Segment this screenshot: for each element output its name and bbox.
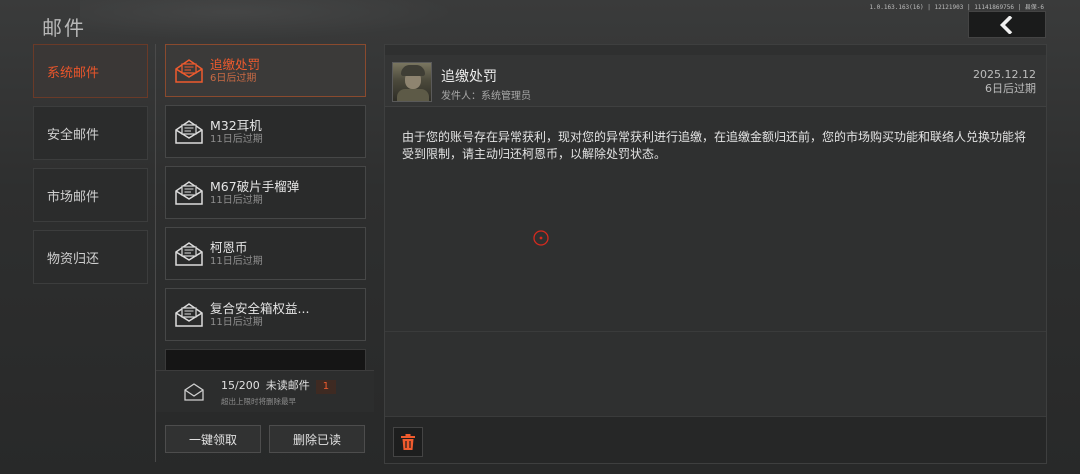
capacity-hint: 超出上限时将删除最早 [221,396,296,406]
category-label: 物资归还 [47,251,100,267]
category-market[interactable]: 市场邮件 [33,168,148,222]
crosshair-icon [533,230,549,246]
mail-list: 追缴处罚6日后过期 M32耳机11日后过期 M67破片手榴弹11日后过期 [165,44,366,370]
category-label: 安全邮件 [47,127,100,143]
open-envelope-icon [175,180,203,205]
mail-expire: 11日后过期 [210,255,263,267]
mail-title: M32耳机 [210,117,262,133]
attachment-area [385,331,1046,416]
mail-title: 追缴处罚 [210,56,261,72]
open-envelope-icon [175,302,203,327]
unread-label: 未读邮件 [265,378,310,392]
detail-sender: 发件人：系统管理员 [441,91,531,102]
detail-date-block: 2025.12.12 6日后过期 [973,68,1036,96]
mail-item[interactable]: 追缴处罚 6日后过期 [165,44,366,97]
detail-title: 追缴处罚 [441,69,497,85]
open-envelope-icon [175,241,203,266]
category-system[interactable]: 系统邮件 [33,44,148,98]
unread-badge: 1 [315,379,337,394]
open-envelope-icon [175,119,203,144]
mail-expire: 6日后过期 [210,72,257,84]
detail-body: 由于您的账号存在异常获利，现对您的异常获利进行追缴，在追缴金额归还前，您的市场购… [402,130,1027,161]
mail-item[interactable]: 复合安全箱权益... 11日后过期 [165,288,366,341]
category-list: 系统邮件 安全邮件 市场邮件 物资归还 [33,44,148,292]
mail-title: 复合安全箱权益... [210,300,310,316]
trash-icon [401,434,415,450]
mail-title: 柯恩币 [210,239,248,255]
open-envelope-icon [175,58,203,83]
header-map-decoration [80,0,460,40]
claim-all-button[interactable]: 一键领取 [165,425,261,453]
back-button[interactable] [968,11,1046,38]
chevron-left-icon [999,15,1013,34]
delete-read-button[interactable]: 删除已读 [269,425,365,453]
category-supply-return[interactable]: 物资归还 [33,230,148,284]
mail-count: 15/200 [221,378,260,392]
detail-date: 2025.12.12 [973,68,1036,81]
mail-expire: 11日后过期 [210,316,263,328]
sender-avatar [392,62,432,102]
mail-item[interactable]: M32耳机 11日后过期 [165,105,366,158]
mail-item-partial[interactable] [165,349,366,370]
mail-detail-panel: 追缴处罚 发件人：系统管理员 2025.12.12 6日后过期 由于您的账号存在… [384,44,1047,464]
category-label: 市场邮件 [47,189,100,205]
detail-action-bar [385,416,1046,463]
mail-item[interactable]: 柯恩币 11日后过期 [165,227,366,280]
page-title: 邮件 [42,16,86,40]
delete-mail-button[interactable] [393,427,423,457]
category-label: 系统邮件 [47,65,100,81]
mail-expire: 11日后过期 [210,133,263,145]
mail-expire: 11日后过期 [210,194,263,206]
mail-title: M67破片手榴弹 [210,178,300,194]
mail-count-footer: 15/200 未读邮件 1 超出上限时将删除最早 [156,370,374,412]
mail-box-icon [184,382,204,401]
build-info: 1.0.163.163(16) | 12121903 | 11141869756… [869,4,1044,11]
detail-expire: 6日后过期 [985,82,1036,95]
category-security[interactable]: 安全邮件 [33,106,148,160]
mail-item[interactable]: M67破片手榴弹 11日后过期 [165,166,366,219]
mail-detail-header: 追缴处罚 发件人：系统管理员 2025.12.12 6日后过期 [385,55,1046,107]
